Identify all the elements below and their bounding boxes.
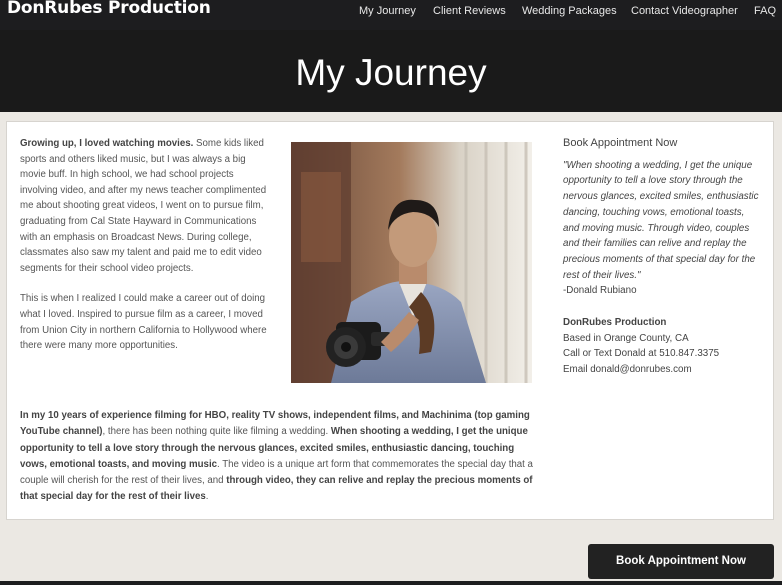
top-bar: DonRubes Production My Journey Client Re…	[0, 0, 782, 30]
nav-client-reviews[interactable]: Client Reviews	[433, 5, 506, 17]
main-nav: My Journey Client Reviews Wedding Packag…	[0, 0, 782, 24]
book-appointment-button[interactable]: Book Appointment Now	[588, 544, 774, 579]
story-text: Growing up, I loved watching movies. Som…	[20, 136, 272, 369]
story-paragraph-1: Growing up, I loved watching movies. Som…	[20, 136, 272, 276]
sidebar-title[interactable]: Book Appointment Now	[563, 136, 763, 152]
sidebar-quote: "When shooting a wedding, I get the uniq…	[563, 159, 759, 281]
company-email: Email donald@donrubes.com	[563, 364, 692, 376]
experience-text-1: , there has been nothing quite like film…	[102, 426, 331, 438]
experience-text-3: .	[205, 491, 209, 503]
experience-paragraph: In my 10 years of experience filming for…	[20, 408, 540, 506]
hero-banner: My Journey	[0, 30, 782, 112]
sidebar: Book Appointment Now "When shooting a we…	[563, 136, 763, 378]
nav-my-journey[interactable]: My Journey	[359, 5, 416, 17]
story-lead: Growing up, I loved watching movies.	[20, 138, 194, 149]
page-title: My Journey	[295, 52, 487, 93]
nav-faq[interactable]: FAQ	[754, 5, 776, 17]
company-phone: Call or Text Donald at 510.847.3375	[563, 348, 720, 360]
story-text-1: Some kids liked sports and others liked …	[20, 138, 267, 274]
company-name: DonRubes Production	[563, 317, 667, 329]
photo-illustration	[291, 142, 532, 383]
quote-signature: -Donald Rubiano	[563, 285, 637, 297]
content-panel: Growing up, I loved watching movies. Som…	[6, 121, 774, 520]
story-paragraph-2: This is when I realized I could make a c…	[20, 293, 267, 352]
videographer-photo	[291, 142, 532, 383]
nav-wedding-packages[interactable]: Wedding Packages	[522, 5, 617, 17]
company-location: Based in Orange County, CA	[563, 332, 689, 344]
bottom-bar	[0, 581, 782, 585]
nav-contact-videographer[interactable]: Contact Videographer	[631, 5, 738, 17]
